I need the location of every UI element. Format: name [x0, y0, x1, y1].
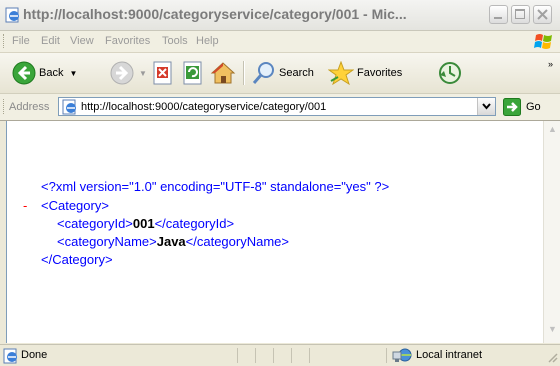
xml-root-open-tag: <Category>	[41, 198, 109, 213]
search-button[interactable]: Search	[252, 61, 314, 85]
address-input[interactable]: http://localhost:9000/categoryservice/ca…	[58, 97, 496, 116]
toolbar: Back ▼ ▼ Search Favorites »	[0, 53, 560, 94]
vertical-scrollbar[interactable]: ▲ ▼	[543, 121, 560, 343]
back-button[interactable]: Back ▼	[12, 61, 77, 85]
star-icon	[328, 61, 354, 85]
stop-icon	[153, 61, 172, 85]
forward-dropdown-icon[interactable]: ▼	[139, 69, 147, 78]
go-arrow-icon	[503, 98, 521, 116]
address-url: http://localhost:9000/categoryservice/ca…	[81, 101, 327, 113]
windows-logo-icon	[534, 34, 552, 49]
status-divider	[309, 348, 310, 363]
document-view: <?xml version="1.0" encoding="UTF-8" sta…	[6, 121, 543, 343]
home-icon	[210, 62, 236, 84]
home-button[interactable]	[210, 61, 236, 85]
ie-page-icon	[5, 7, 19, 23]
collapse-toggle[interactable]: -	[23, 198, 27, 213]
favorites-button[interactable]: Favorites	[328, 61, 402, 85]
menu-favorites[interactable]: Favorites	[105, 35, 150, 47]
stop-button[interactable]	[152, 61, 174, 85]
forward-button[interactable]: ▼	[110, 61, 147, 85]
status-text: Done	[21, 349, 48, 361]
minimize-button[interactable]	[489, 5, 508, 24]
maximize-button[interactable]	[511, 5, 530, 24]
page-done-icon	[3, 348, 17, 364]
xml-element-categoryid: <categoryId>001</categoryId>	[57, 216, 234, 231]
menu-edit[interactable]: Edit	[41, 35, 60, 47]
search-icon	[252, 62, 274, 84]
scroll-down-icon[interactable]: ▼	[546, 324, 559, 337]
xml-value: 001	[132, 216, 155, 231]
back-label: Back	[39, 67, 64, 79]
page-icon	[62, 99, 76, 115]
xml-value: Java	[156, 234, 186, 249]
refresh-icon	[183, 61, 202, 85]
favorites-label: Favorites	[357, 67, 403, 79]
go-label: Go	[526, 101, 541, 113]
toolbar-separator	[243, 61, 245, 85]
xml-root-close-tag: </Category>	[41, 252, 113, 267]
xml-close-tag: </categoryName>	[185, 234, 289, 249]
address-dropdown[interactable]	[477, 98, 495, 115]
chevron-down-icon	[482, 103, 491, 110]
status-divider	[237, 348, 238, 363]
close-icon	[537, 9, 548, 20]
back-arrow-icon	[12, 61, 36, 85]
status-divider	[273, 348, 274, 363]
xml-open-tag: <categoryId>	[57, 216, 133, 231]
xml-declaration: <?xml version="1.0" encoding="UTF-8" sta…	[41, 179, 390, 194]
forward-arrow-icon	[110, 61, 134, 85]
xml-element-categoryname: <categoryName>Java</categoryName>	[57, 234, 289, 249]
history-button[interactable]	[438, 61, 462, 85]
status-bar: Done Local intranet	[0, 344, 560, 366]
resize-grip-icon[interactable]	[546, 351, 558, 363]
menu-tools[interactable]: Tools	[162, 35, 188, 47]
close-button[interactable]	[533, 5, 552, 24]
scroll-up-icon[interactable]: ▲	[546, 124, 559, 137]
menu-file[interactable]: File	[12, 35, 30, 47]
refresh-button[interactable]	[182, 61, 204, 85]
history-icon	[439, 62, 461, 84]
status-divider	[291, 348, 292, 363]
address-bar: Address http://localhost:9000/categoryse…	[0, 94, 560, 121]
title-bar: http://localhost:9000/categoryservice/ca…	[0, 0, 560, 31]
status-divider	[386, 348, 387, 363]
menu-help[interactable]: Help	[196, 35, 219, 47]
menu-view[interactable]: View	[70, 35, 94, 47]
xml-open-tag: <categoryName>	[57, 234, 157, 249]
address-label: Address	[9, 101, 50, 113]
address-grip	[3, 99, 6, 114]
search-label: Search	[279, 67, 314, 79]
menu-bar: File Edit View Favorites Tools Help	[0, 31, 560, 53]
security-zone-text: Local intranet	[416, 349, 483, 361]
status-divider	[255, 348, 256, 363]
menu-grip	[3, 34, 6, 48]
xml-close-tag: </categoryId>	[154, 216, 235, 231]
back-dropdown-icon[interactable]: ▼	[69, 69, 77, 78]
go-button[interactable]: Go	[503, 98, 541, 116]
intranet-icon	[392, 348, 412, 362]
toolbar-overflow-chevron-icon[interactable]: »	[548, 59, 553, 69]
browser-window: http://localhost:9000/categoryservice/ca…	[0, 0, 560, 366]
window-title: http://localhost:9000/categoryservice/ca…	[23, 6, 407, 22]
